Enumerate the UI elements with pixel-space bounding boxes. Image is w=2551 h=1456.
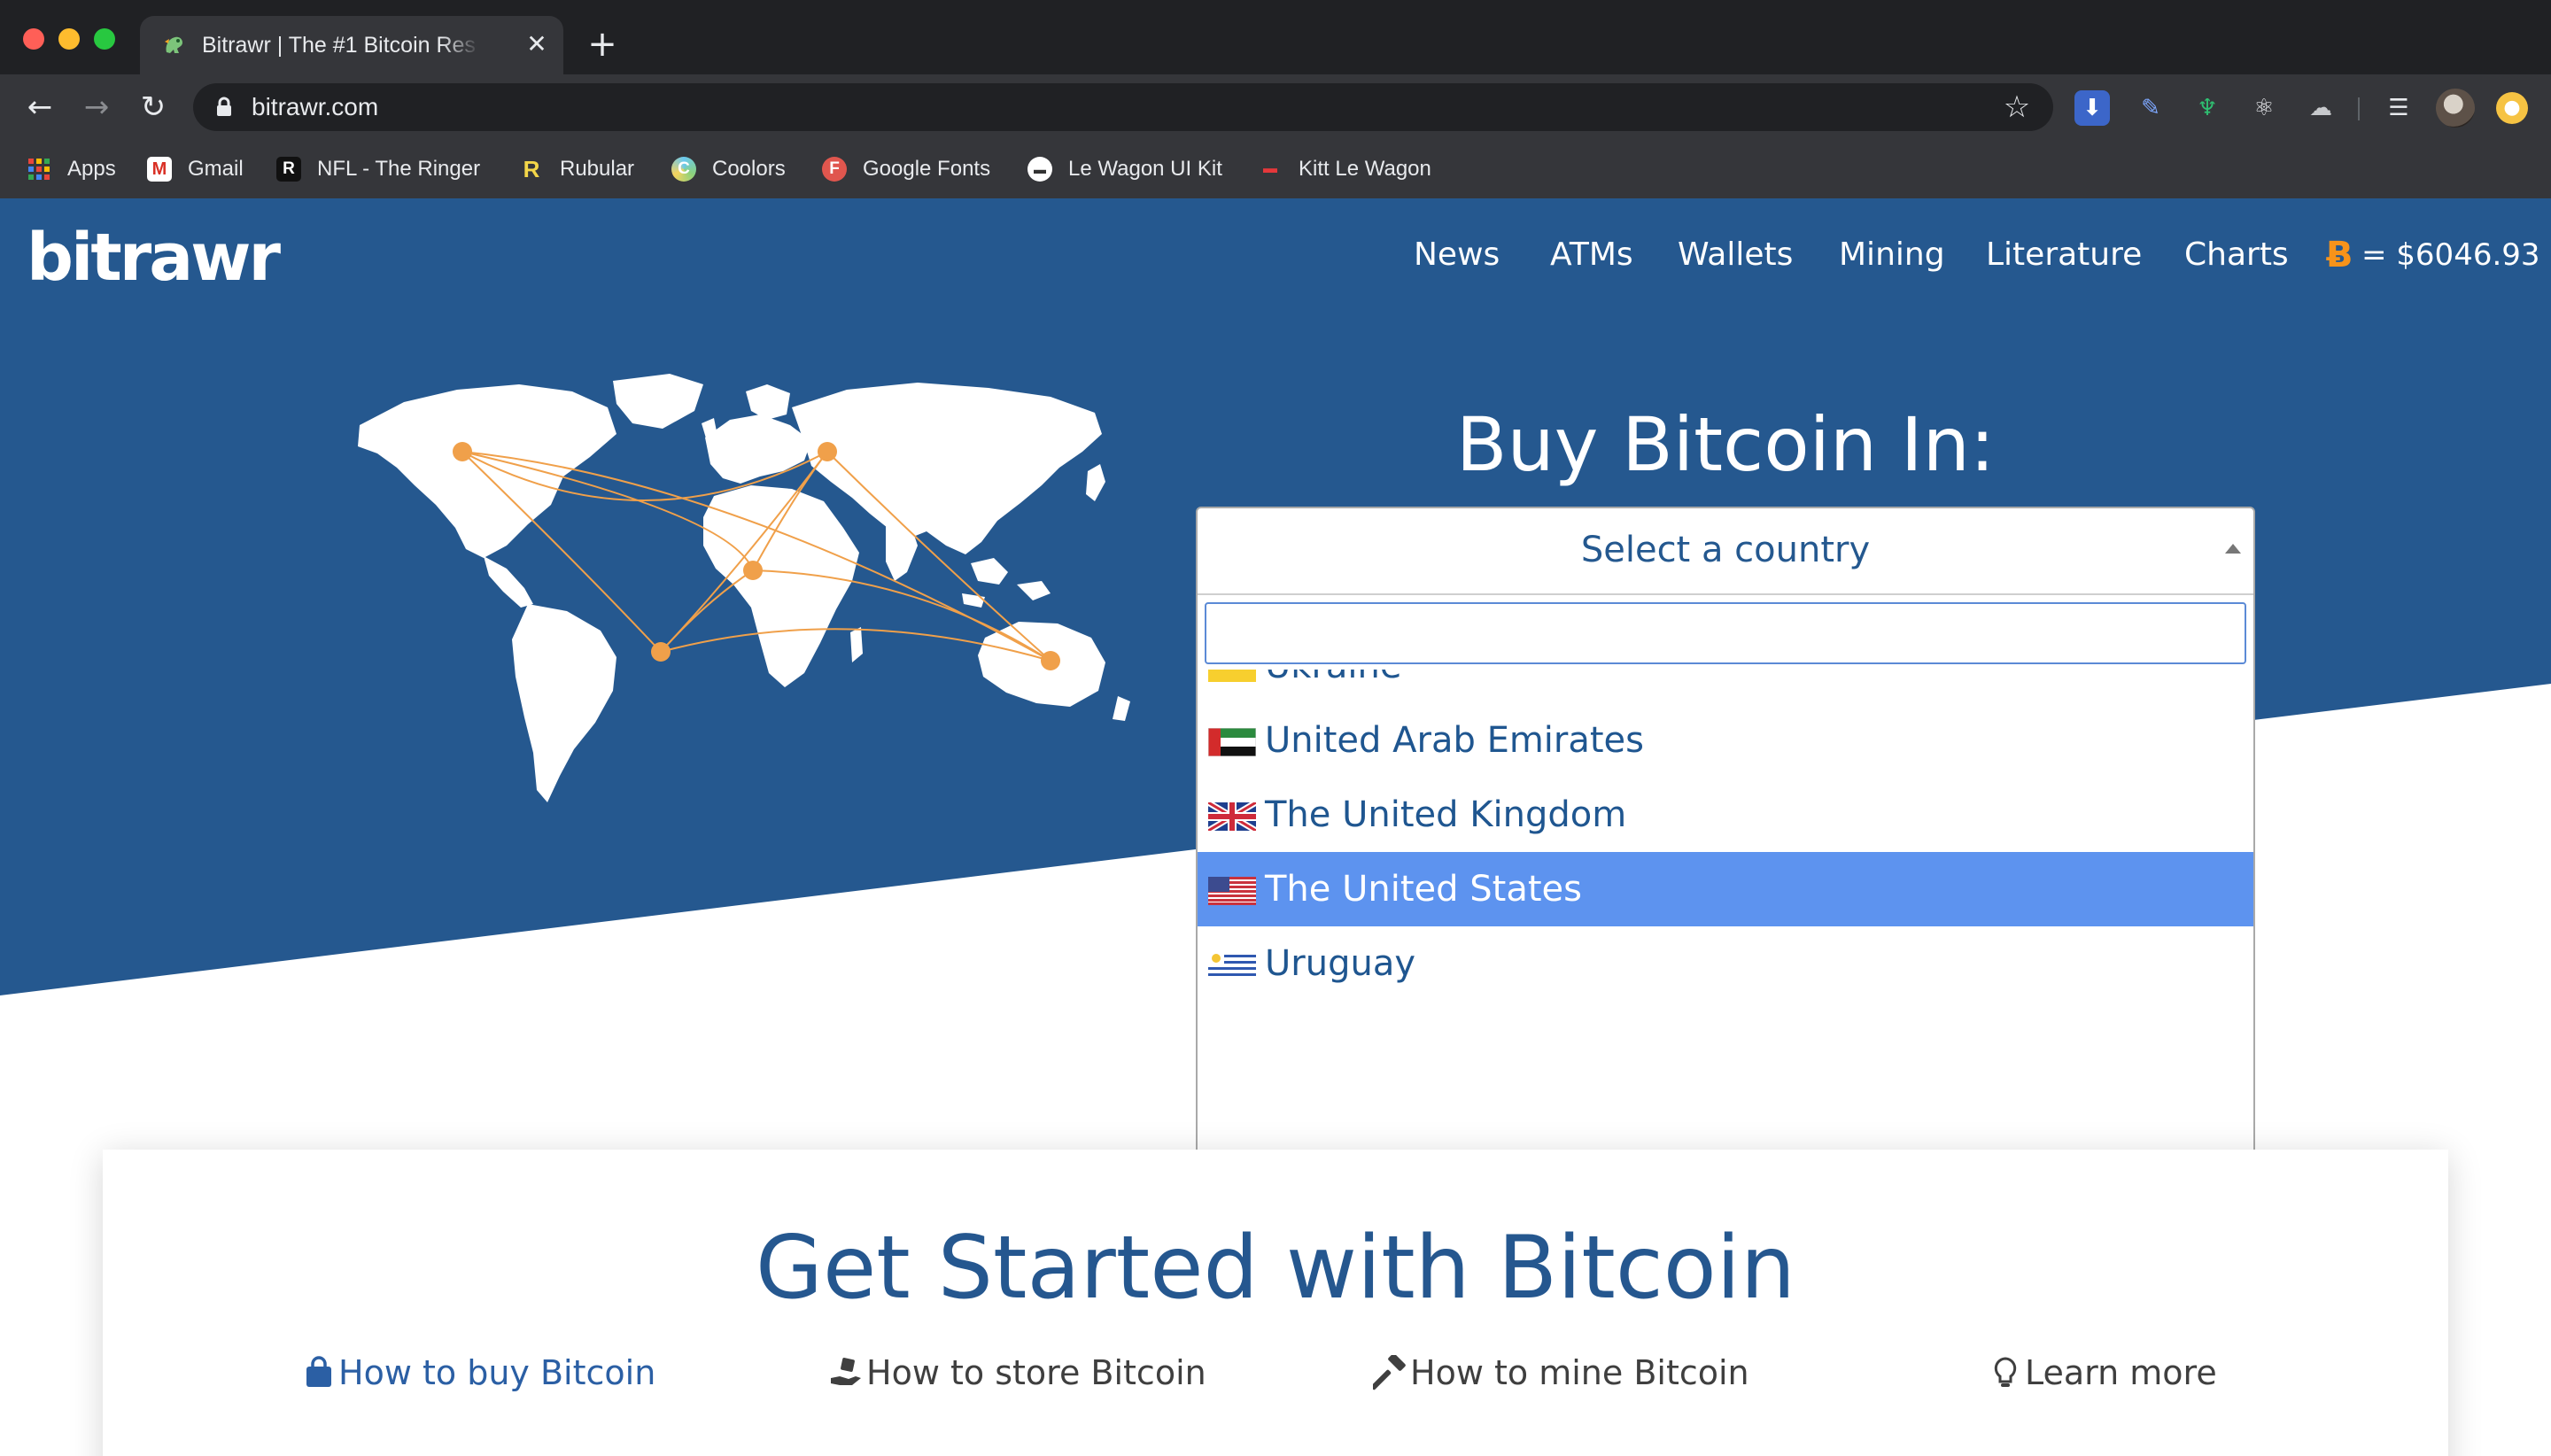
bookmark-label: Coolors [712,157,786,181]
option-uruguay[interactable]: Uruguay [1198,926,2253,1001]
browser-toolbar: ← → ↻ bitrawr.com ☆ ⬇ ✎ ♆ ⚛ ☁ ☰ ● [0,74,2551,140]
bookmark-label: NFL - The Ringer [317,157,481,181]
option-uae[interactable]: United Arab Emirates [1198,703,2253,778]
close-tab-icon[interactable]: ✕ [519,27,554,62]
nav-news[interactable]: News [1414,228,1500,282]
download-extension-icon[interactable]: ⬇ [2074,90,2110,126]
bookmark-label: Rubular [560,157,635,181]
ringer-icon: R [276,157,301,182]
option-label: The United States [1265,869,1582,910]
le-wagon-icon: ▬ [1027,157,1052,182]
option-uk[interactable]: The United Kingdom [1198,778,2253,852]
browser-tab[interactable]: Bitrawr | The #1 Bitcoin Resource ✕ [140,16,563,74]
country-search-input[interactable] [1205,602,2246,664]
bird-extension-icon[interactable]: ♆ [2190,90,2225,126]
cloud-extension-icon[interactable]: ☁ [2303,90,2338,126]
bitcoin-icon: Ƀ [2326,235,2353,275]
nav-atms[interactable]: ATMs [1550,228,1633,282]
kitt-icon: ▬ [1263,161,1277,176]
gmail-icon: M [147,157,172,182]
url-text: bitrawr.com [252,93,379,120]
bookmark-label: Google Fonts [863,157,991,181]
get-started-card: Get Started with Bitcoin How to buy Bitc… [103,1150,2448,1456]
bookmark-star-icon[interactable]: ☆ [2000,90,2034,124]
bookmarks-bar: Apps M Gmail R NFL - The Ringer R Rubula… [0,140,2551,198]
back-arrow-icon[interactable]: ← [18,85,62,129]
us-flag-icon [1208,877,1256,905]
link-label: How to mine Bitcoin [1410,1353,1749,1392]
link-label: Learn more [2025,1353,2217,1392]
forward-arrow-icon[interactable]: → [74,85,119,129]
site-logo[interactable]: bitrawr [27,218,281,298]
bitrawr-favicon-icon [165,36,182,53]
tab-strip: Bitrawr | The #1 Bitcoin Resource ✕ + [0,0,2551,74]
country-select-header[interactable]: Select a country [1198,508,2253,595]
uruguay-flag-icon [1208,951,1256,980]
hammer-icon [1373,1355,1406,1390]
profile-avatar[interactable] [2436,89,2475,128]
hero-title: Buy Bitcoin In: [1455,401,1996,488]
bookmark-label: Apps [67,157,116,181]
hand-holding-icon [831,1358,861,1385]
pen-extension-icon[interactable]: ✎ [2133,90,2168,126]
google-fonts-icon: F [822,157,847,182]
nav-mining[interactable]: Mining [1839,228,1945,282]
caret-up-icon[interactable] [2225,544,2241,554]
country-options-list[interactable]: Ukraine United Arab Emirates The United … [1198,670,2253,1220]
world-map-illustration [358,374,1130,802]
option-label: Ukraine [1265,670,1401,693]
ukraine-flag-icon [1208,670,1256,682]
option-label: Uruguay [1265,943,1415,984]
option-label: United Arab Emirates [1265,720,1645,761]
maximize-window-button[interactable] [94,28,115,50]
address-bar[interactable]: bitrawr.com ☆ [193,83,2053,131]
extensions-divider [2358,97,2360,120]
nav-wallets[interactable]: Wallets [1678,228,1793,282]
new-tab-icon[interactable]: + [581,25,624,67]
browser-chrome: Bitrawr | The #1 Bitcoin Resource ✕ + ← … [0,0,2551,198]
link-label: How to store Bitcoin [866,1353,1206,1392]
apps-grid-icon [28,159,50,180]
tab-title: Bitrawr | The #1 Bitcoin Resource [202,33,477,58]
bookmark-label: Kitt Le Wagon [1299,157,1431,181]
minimize-window-button[interactable] [58,28,80,50]
option-ukraine[interactable]: Ukraine [1198,670,2253,703]
bookmark-label: Le Wagon UI Kit [1068,157,1222,181]
lightbulb-icon [1994,1357,2017,1387]
bookmark-label: Gmail [188,157,244,181]
select-placeholder: Select a country [1580,530,1871,570]
nav-literature[interactable]: Literature [1986,228,2142,282]
coolors-icon: C [671,157,696,182]
bitcoin-price: = $6046.93 [2361,237,2540,273]
uk-flag-icon [1208,802,1256,831]
uae-flag-icon [1208,728,1256,756]
option-label: The United Kingdom [1265,794,1627,835]
tab-title-fade [441,25,480,66]
react-extension-icon[interactable]: ⚛ [2246,90,2282,126]
get-started-title: Get Started with Bitcoin [756,1218,1795,1319]
country-select-dropdown[interactable]: Select a country Ukraine United Arab Emi… [1196,507,2255,1222]
nav-charts[interactable]: Charts [2184,228,2289,282]
web-page: bitrawr News ATMs Wallets Mining Literat… [0,198,2551,1456]
link-label: How to buy Bitcoin [338,1353,656,1392]
shopping-bag-icon [306,1356,331,1387]
reading-list-icon[interactable]: ☰ [2381,90,2416,126]
option-us-highlighted[interactable]: The United States [1198,852,2253,926]
update-indicator-icon[interactable]: ● [2496,92,2528,124]
reload-icon[interactable]: ↻ [131,85,175,129]
close-window-button[interactable] [23,28,44,50]
lock-icon [217,97,231,116]
rubular-icon: R [523,156,540,182]
